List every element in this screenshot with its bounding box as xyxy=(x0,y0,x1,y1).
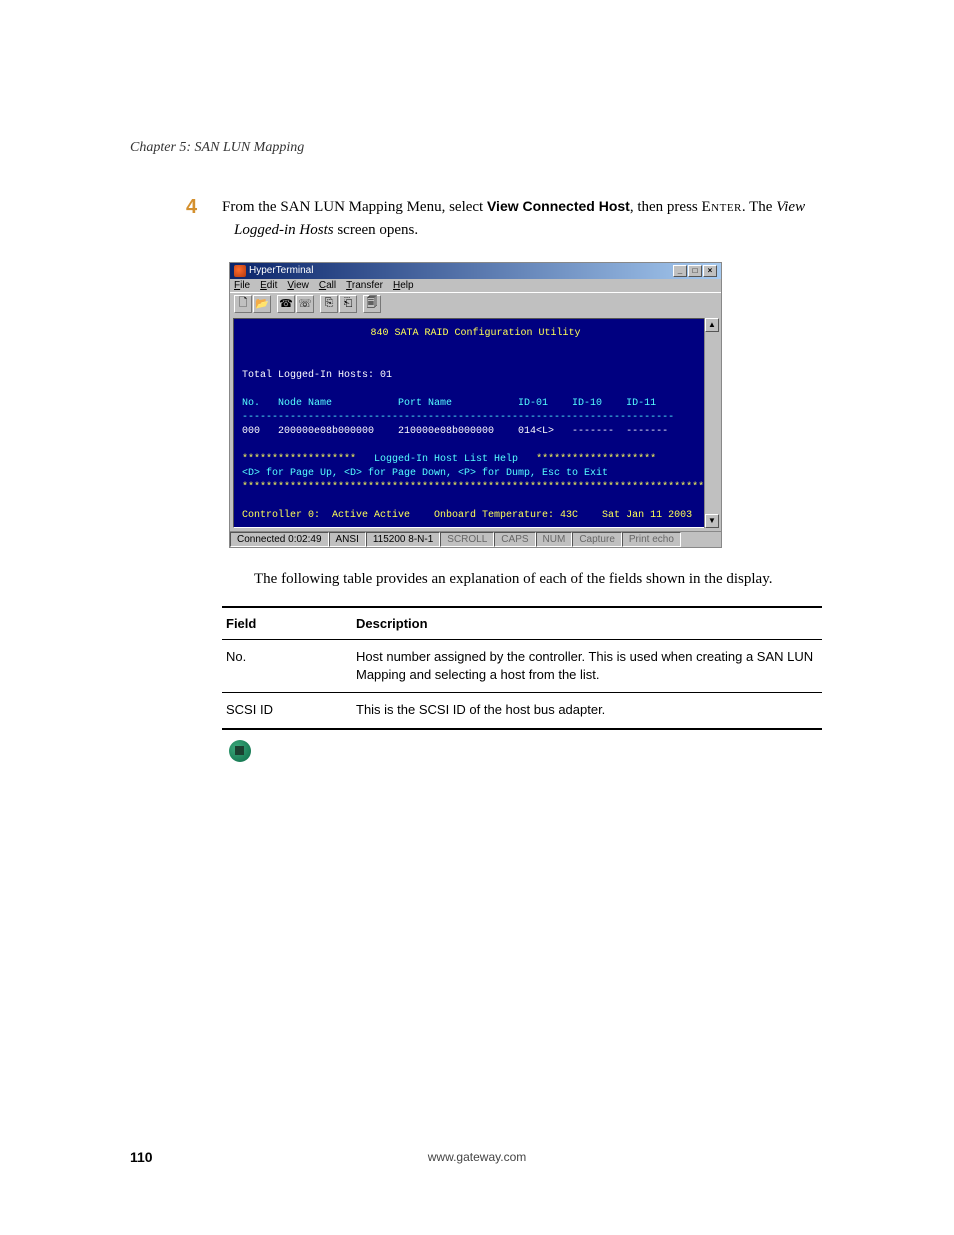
term-status-line: Controller 0: Active Active Onboard Temp… xyxy=(242,510,718,521)
status-baud: 115200 8-N-1 xyxy=(366,532,440,547)
maximize-button[interactable]: □ xyxy=(688,265,702,277)
step-block: 4 From the SAN LUN Mapping Menu, select … xyxy=(210,196,824,242)
menu-edit[interactable]: Edit xyxy=(260,280,277,291)
terminal-screen: 840 SATA RAID Configuration Utility Tota… xyxy=(233,318,718,528)
toolbar-disconnect-icon[interactable]: ☏ xyxy=(296,295,314,313)
menu-bar[interactable]: File Edit View Call Transfer Help xyxy=(230,279,721,292)
field-description-table: Field Description No. Host number assign… xyxy=(222,606,822,730)
menu-help[interactable]: Help xyxy=(393,280,414,291)
window-controls[interactable]: _ □ × xyxy=(673,265,717,277)
page-footer: 110 www.gateway.com xyxy=(130,1149,824,1165)
status-emulation: ANSI xyxy=(329,532,366,547)
footer-url: www.gateway.com xyxy=(428,1150,526,1164)
status-capture: Capture xyxy=(572,532,622,547)
term-util-title: 840 SATA RAID Configuration Utility xyxy=(370,328,580,339)
status-caps: CAPS xyxy=(494,532,535,547)
scroll-up-icon[interactable]: ▲ xyxy=(705,318,719,332)
toolbar-send-icon[interactable]: ⎘ xyxy=(320,295,338,313)
cell-desc-no: Host number assigned by the controller. … xyxy=(352,640,822,693)
term-help-stars-l: ******************* xyxy=(242,454,356,465)
step-suffix: . The xyxy=(742,199,776,215)
term-total-hosts: Total Logged-In Hosts: 01 xyxy=(242,370,392,381)
term-header-row: No. Node Name Port Name ID-01 ID-10 ID-1… xyxy=(242,398,656,409)
status-num: NUM xyxy=(536,532,573,547)
menu-transfer[interactable]: Transfer xyxy=(346,280,383,291)
vertical-scrollbar[interactable]: ▲ ▼ xyxy=(704,318,718,528)
term-help-keys: <D> for Page Up, <D> for Page Down, <P> … xyxy=(242,468,608,479)
enter-key-label: Enter xyxy=(702,199,742,215)
cell-field-no: No. xyxy=(222,640,352,693)
menu-call[interactable]: Call xyxy=(319,280,336,291)
section-end-icon xyxy=(229,740,251,762)
step-mid: , then press xyxy=(630,199,702,215)
toolbar-new-icon[interactable]: 🗋 xyxy=(234,295,252,313)
step-text: From the SAN LUN Mapping Menu, select Vi… xyxy=(222,199,805,238)
chapter-header: Chapter 5: SAN LUN Mapping xyxy=(130,140,824,156)
toolbar-connect-icon[interactable]: ☎ xyxy=(277,295,295,313)
status-connected: Connected 0:02:49 xyxy=(230,532,329,547)
hyperterminal-window: HyperTerminal _ □ × File Edit View Call … xyxy=(229,262,722,548)
term-help-title: Logged-In Host List Help xyxy=(356,454,536,465)
status-scroll: SCROLL xyxy=(440,532,494,547)
table-header-field: Field xyxy=(222,607,352,640)
toolbar-receive-icon[interactable]: ⎗ xyxy=(339,295,357,313)
close-button[interactable]: × xyxy=(703,265,717,277)
scroll-down-icon[interactable]: ▼ xyxy=(705,514,719,528)
table-row: SCSI ID This is the SCSI ID of the host … xyxy=(222,693,822,729)
cell-desc-scsi-id: This is the SCSI ID of the host bus adap… xyxy=(352,693,822,729)
window-titlebar: HyperTerminal _ □ × xyxy=(230,263,721,279)
toolbar[interactable]: 🗋 📂 ☎ ☏ ⎘ ⎗ 🗐 xyxy=(230,292,721,315)
step-prefix: From the SAN LUN Mapping Menu, select xyxy=(222,199,487,215)
status-print-echo: Print echo xyxy=(622,532,681,547)
menu-view[interactable]: View xyxy=(287,280,309,291)
app-icon xyxy=(234,265,246,277)
term-long-stars: ****************************************… xyxy=(242,482,718,493)
term-dash-row: ----------------------------------------… xyxy=(242,412,674,423)
page-number: 110 xyxy=(130,1149,153,1165)
cell-field-scsi-id: SCSI ID xyxy=(222,693,352,729)
toolbar-properties-icon[interactable]: 🗐 xyxy=(363,295,381,313)
term-data-row-0: 000 200000e08b000000 210000e08b000000 01… xyxy=(242,426,668,437)
step-tail: screen opens. xyxy=(334,222,419,238)
window-title: HyperTerminal xyxy=(249,265,313,276)
menu-file[interactable]: File xyxy=(234,280,250,291)
followup-paragraph: The following table provides an explanat… xyxy=(254,568,814,591)
table-header-description: Description xyxy=(352,607,822,640)
minimize-button[interactable]: _ xyxy=(673,265,687,277)
status-bar: Connected 0:02:49 ANSI 115200 8-N-1 SCRO… xyxy=(230,531,721,547)
view-connected-host-label: View Connected Host xyxy=(487,198,630,214)
table-row: No. Host number assigned by the controll… xyxy=(222,640,822,693)
term-help-stars-r: ******************** xyxy=(536,454,656,465)
toolbar-open-icon[interactable]: 📂 xyxy=(253,295,271,313)
